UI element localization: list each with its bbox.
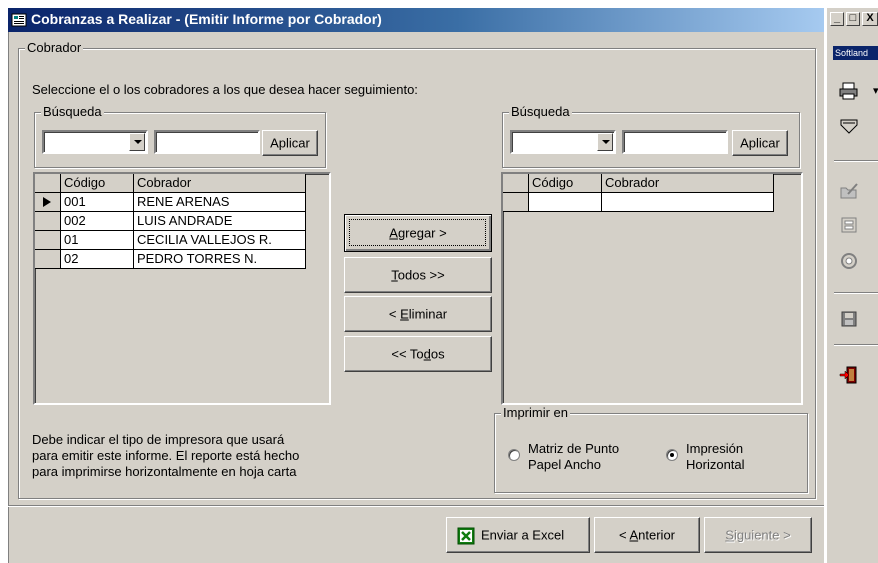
radio-matriz-punto[interactable] xyxy=(508,449,520,461)
footer-separator xyxy=(8,505,824,507)
chevron-down-icon[interactable] xyxy=(129,133,145,151)
row-indicator[interactable] xyxy=(35,193,61,212)
table-row-cobrador[interactable]: CECILIA VALLEJOS R. xyxy=(134,231,306,250)
row-indicator[interactable] xyxy=(35,231,61,250)
left-apply-button[interactable]: Aplicar xyxy=(262,130,318,156)
edit-folder-icon[interactable] xyxy=(838,180,860,202)
remove-button[interactable]: < Eliminar xyxy=(344,296,492,332)
table-row-cobrador[interactable]: LUIS ANDRADE xyxy=(134,212,306,231)
radio-matriz-label-2[interactable]: Papel Ancho xyxy=(528,457,601,472)
left-collector-grid[interactable]: Código Cobrador 001 RENE ARENAS 002 LUIS… xyxy=(33,172,331,405)
export-excel-button[interactable]: Enviar a Excel xyxy=(446,517,590,553)
printer-dropdown-icon[interactable]: ▾ xyxy=(873,84,878,97)
right-search-combo[interactable] xyxy=(510,130,616,154)
previous-button[interactable]: < Anterior xyxy=(594,517,700,553)
column-header-codigo[interactable]: Código xyxy=(529,174,602,193)
remove-all-button[interactable]: << Todos xyxy=(344,336,492,372)
brand-logo: Softland xyxy=(833,46,878,60)
table-row-codigo[interactable]: 01 xyxy=(61,231,134,250)
empty-row-cobrador[interactable] xyxy=(602,193,774,212)
remove-button-label: < Eliminar xyxy=(388,306,448,322)
add-all-button-label: Todos >> xyxy=(391,267,445,283)
table-row-codigo[interactable]: 001 xyxy=(61,193,134,212)
maximize-button[interactable]: □ xyxy=(846,12,860,26)
filter-icon[interactable] xyxy=(838,116,860,138)
note-line: Debe indicar el tipo de impresora que us… xyxy=(32,432,285,447)
print-options-legend: Imprimir en xyxy=(501,405,571,421)
minimize-button[interactable]: _ xyxy=(830,12,844,26)
properties-icon[interactable] xyxy=(838,214,860,236)
save-icon[interactable] xyxy=(838,308,860,330)
gear-icon[interactable] xyxy=(838,250,860,272)
note-line: para imprimirse horizontalmente en hoja … xyxy=(32,464,297,479)
column-header-cobrador[interactable]: Cobrador xyxy=(602,174,774,193)
toolbar-separator xyxy=(834,160,878,162)
exit-door-icon[interactable] xyxy=(838,364,860,386)
add-all-button[interactable]: Todos >> xyxy=(344,257,492,293)
right-collector-grid[interactable]: Código Cobrador xyxy=(501,172,803,405)
radio-matriz-label-1[interactable]: Matriz de Punto xyxy=(528,441,619,456)
left-search-combo[interactable] xyxy=(42,130,148,154)
title-bar[interactable]: Cobranzas a Realizar - (Emitir Informe p… xyxy=(8,8,824,32)
cobrador-legend: Cobrador xyxy=(25,40,84,56)
remove-all-button-label: << Todos xyxy=(391,346,445,362)
row-indicator[interactable] xyxy=(503,193,529,212)
table-row-cobrador[interactable]: PEDRO TORRES N. xyxy=(134,250,306,269)
current-row-arrow-icon xyxy=(43,197,51,207)
row-indicator[interactable] xyxy=(35,250,61,269)
export-excel-label: Enviar a Excel xyxy=(481,527,565,543)
grid-corner xyxy=(35,174,61,193)
row-indicator[interactable] xyxy=(35,212,61,231)
right-search-input[interactable] xyxy=(622,130,728,154)
window-title: Cobranzas a Realizar - (Emitir Informe p… xyxy=(31,11,382,27)
radio-horizontal-label-2[interactable]: Horizontal xyxy=(686,457,745,472)
table-row-codigo[interactable]: 02 xyxy=(61,250,134,269)
excel-icon xyxy=(457,527,475,545)
grid-corner xyxy=(503,174,529,193)
note-line: para emitir este informe. El reporte est… xyxy=(32,448,300,463)
previous-button-label: < Anterior xyxy=(618,527,676,543)
add-button-label: Agregar > xyxy=(389,225,447,241)
instruction-text: Seleccione el o los cobradores a los que… xyxy=(32,82,418,97)
table-row-cobrador[interactable]: RENE ARENAS xyxy=(134,193,306,212)
app-icon xyxy=(11,13,27,27)
right-search-legend: Búsqueda xyxy=(509,104,572,120)
toolbar-separator xyxy=(834,292,878,294)
close-button[interactable]: X xyxy=(862,12,878,26)
column-header-cobrador[interactable]: Cobrador xyxy=(134,174,306,193)
next-button[interactable]: Siguiente > xyxy=(704,517,812,553)
table-row-codigo[interactable]: 002 xyxy=(61,212,134,231)
add-button[interactable]: Agregar > xyxy=(344,214,492,252)
radio-horizontal-label-1[interactable]: Impresión xyxy=(686,441,743,456)
empty-row-codigo[interactable] xyxy=(529,193,602,212)
chevron-down-icon[interactable] xyxy=(597,133,613,151)
radio-impresion-horizontal[interactable] xyxy=(666,449,678,461)
column-header-codigo[interactable]: Código xyxy=(61,174,134,193)
left-apply-label: Aplicar xyxy=(270,135,310,151)
next-button-label: Siguiente > xyxy=(725,527,791,543)
right-apply-button[interactable]: Aplicar xyxy=(732,130,788,156)
left-search-input[interactable] xyxy=(154,130,260,154)
left-search-legend: Búsqueda xyxy=(41,104,104,120)
printer-icon[interactable] xyxy=(838,80,860,102)
right-apply-label: Aplicar xyxy=(740,135,780,151)
toolbar-separator xyxy=(834,344,878,346)
